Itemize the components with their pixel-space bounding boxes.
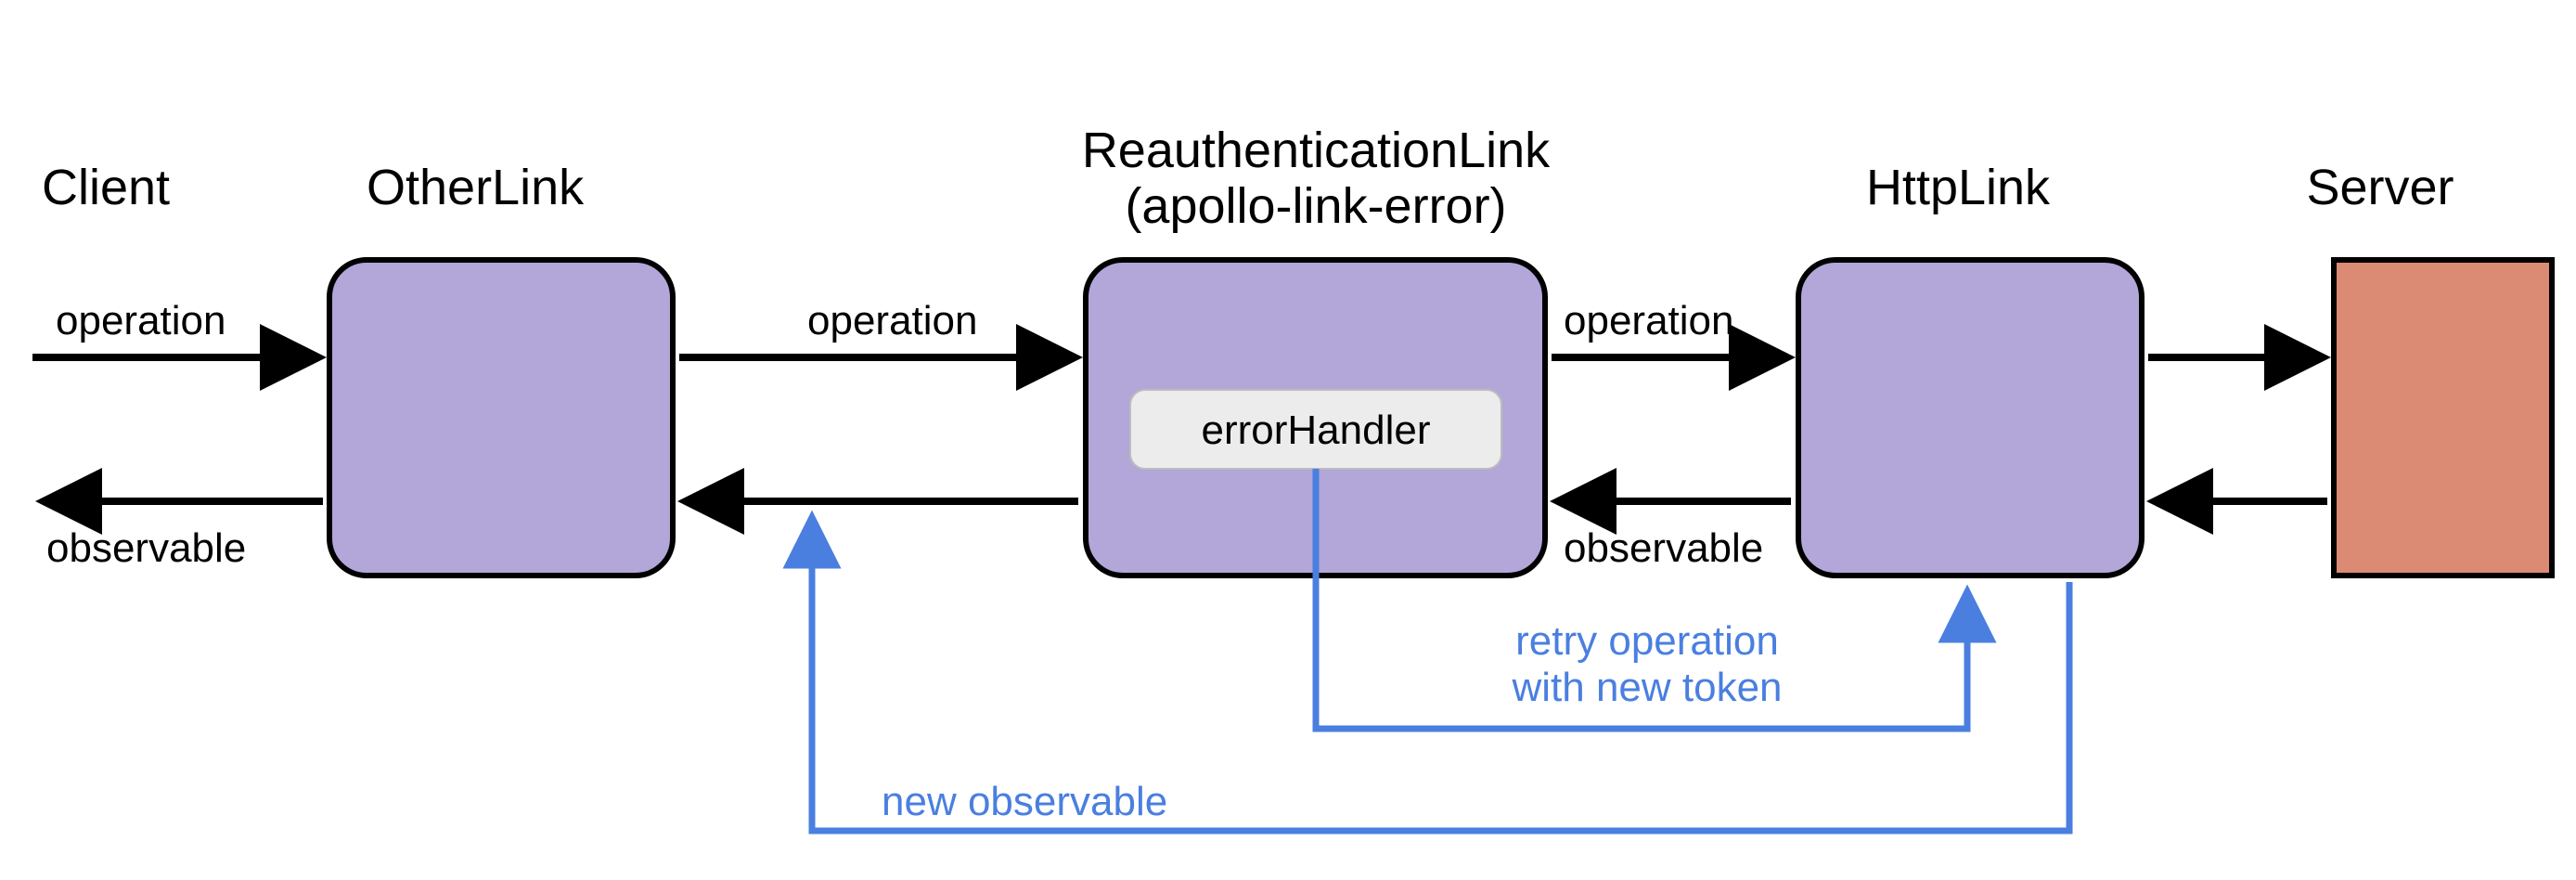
otherlink-title: OtherLink [367,160,585,215]
label-op1: operation [56,298,225,343]
label-op2: operation [807,298,977,343]
client-title: Client [42,160,170,215]
label-retry-1: retry operation [1515,618,1779,664]
server-box [2334,260,2552,576]
httplink-box [1798,260,2142,576]
apollo-link-diagram: Client OtherLink ReauthenticationLink (a… [0,0,2576,880]
label-op3: operation [1564,298,1733,343]
label-obs1: observable [46,525,246,571]
httplink-title: HttpLink [1866,160,2051,215]
server-title: Server [2306,160,2454,215]
otherlink-box [329,260,673,576]
label-obs3: observable [1564,525,1763,571]
reauth-title-2: (apollo-link-error) [1125,178,1506,234]
label-retry-2: with new token [1511,665,1782,710]
label-new-obs: new observable [882,779,1167,824]
error-handler-label: errorHandler [1202,408,1431,453]
reauth-title-1: ReauthenticationLink [1082,123,1551,178]
